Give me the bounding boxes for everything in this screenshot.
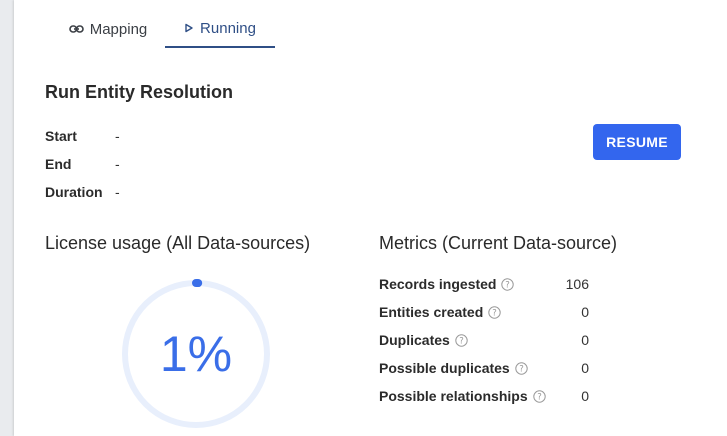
svg-text:?: ? xyxy=(506,280,511,290)
run-value: - xyxy=(115,156,120,172)
run-row-duration: Duration - xyxy=(45,178,120,206)
run-row-end: End - xyxy=(45,150,120,178)
play-icon xyxy=(184,23,194,33)
metric-label: Entities created xyxy=(379,304,484,320)
tab-running-label: Running xyxy=(200,19,256,37)
metric-label: Duplicates xyxy=(379,332,450,348)
resume-button[interactable]: RESUME xyxy=(593,124,681,160)
svg-text:?: ? xyxy=(493,308,498,318)
metric-value: 0 xyxy=(581,388,589,404)
metric-value: 0 xyxy=(581,304,589,320)
run-label: Duration xyxy=(45,184,103,200)
metric-row-possible-duplicates: Possible duplicates ? 0 xyxy=(379,354,589,382)
metric-value: 0 xyxy=(581,360,589,376)
help-icon[interactable]: ? xyxy=(501,277,515,291)
help-icon[interactable]: ? xyxy=(515,361,528,375)
metric-label: Records ingested xyxy=(379,276,497,292)
tab-mapping[interactable]: Mapping xyxy=(52,10,164,48)
metric-label: Possible relationships xyxy=(379,388,528,404)
metric-value: 106 xyxy=(565,276,589,292)
entity-resolution-card: Mapping Running Run Entity Resolution St… xyxy=(14,0,727,436)
metrics-title: Metrics (Current Data-source) xyxy=(379,233,618,253)
run-info: Start - End - Duration - xyxy=(45,122,120,206)
run-label: Start xyxy=(45,128,77,144)
metric-value: 0 xyxy=(581,332,589,348)
metric-label: Possible duplicates xyxy=(379,360,510,376)
svg-text:?: ? xyxy=(519,364,524,374)
help-icon[interactable]: ? xyxy=(488,305,501,319)
tab-mapping-label: Mapping xyxy=(89,20,148,38)
run-value: - xyxy=(115,128,120,144)
metric-row-possible-relationships: Possible relationships ? 0 xyxy=(379,382,589,410)
license-usage-gauge: 1% xyxy=(120,278,272,430)
metrics-list: Records ingested ? 106 Entities created … xyxy=(379,270,589,410)
metric-row-duplicates: Duplicates ? 0 xyxy=(379,326,589,354)
tab-running[interactable]: Running xyxy=(165,10,275,48)
run-row-start: Start - xyxy=(45,122,120,150)
run-label: End xyxy=(45,156,72,172)
metric-row-entities-created: Entities created ? 0 xyxy=(379,298,589,326)
license-usage-title: License usage (All Data-sources) xyxy=(45,233,311,253)
license-usage-percent: 1% xyxy=(159,326,233,382)
run-value: - xyxy=(115,184,120,200)
link-icon xyxy=(68,24,84,34)
svg-text:?: ? xyxy=(459,336,464,346)
run-title: Run Entity Resolution xyxy=(45,82,233,102)
tab-bar: Mapping Running xyxy=(14,0,727,48)
metric-row-records-ingested: Records ingested ? 106 xyxy=(379,270,589,298)
svg-text:?: ? xyxy=(537,392,542,402)
help-icon[interactable]: ? xyxy=(455,333,468,347)
help-icon[interactable]: ? xyxy=(532,389,546,403)
